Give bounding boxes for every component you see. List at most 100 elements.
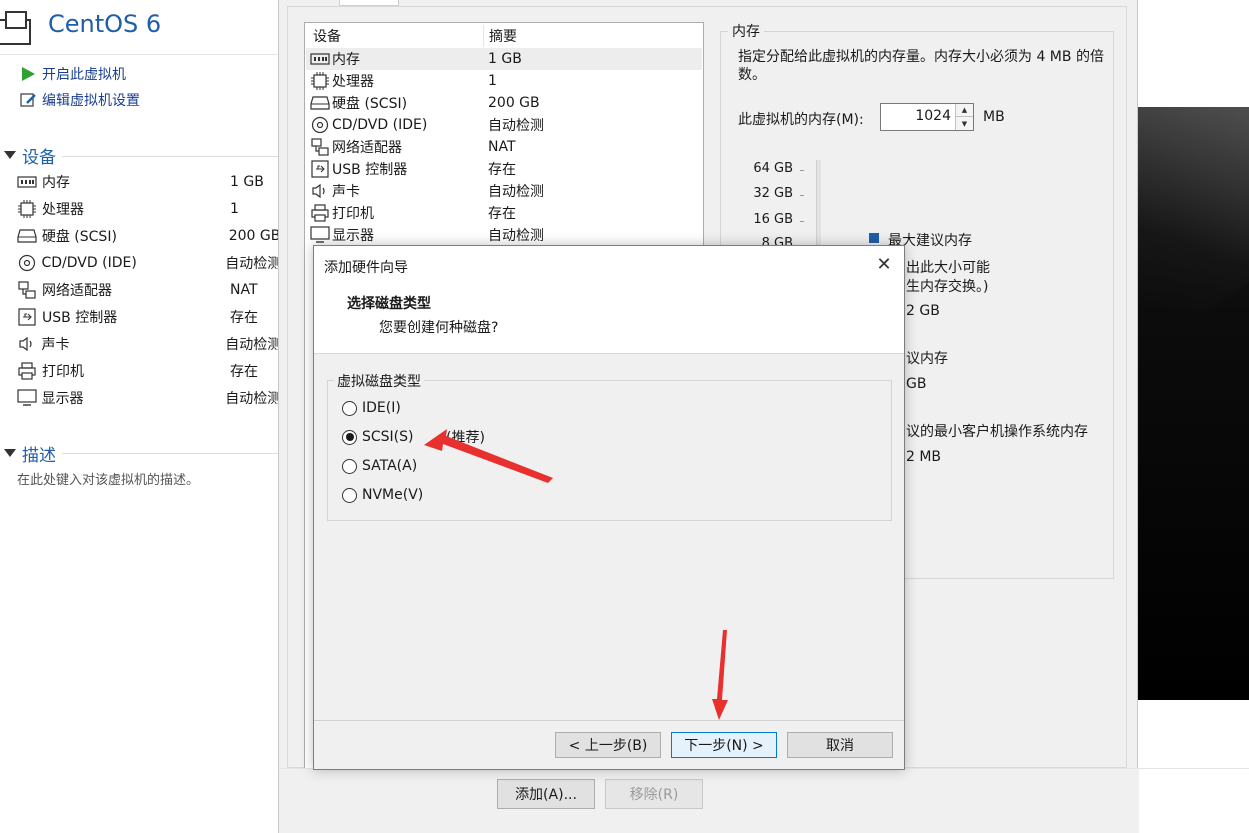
add-hardware-wizard-dialog: 添加硬件向导 ✕ 选择磁盘类型 您要创建何种磁盘? 虚拟磁盘类型 IDE(I) … xyxy=(313,245,905,770)
hardware-row-cd-dvd[interactable]: CD/DVD (IDE) 自动检测 xyxy=(306,114,702,136)
remove-hardware-button[interactable]: 移除(R) xyxy=(605,779,703,809)
radio-sata[interactable]: SATA(A) xyxy=(342,455,417,477)
device-value: 200 GB xyxy=(228,228,280,244)
spin-down-icon[interactable]: ▼ xyxy=(956,117,973,130)
wizard-title: 添加硬件向导 xyxy=(324,260,408,276)
device-value: 自动检测 xyxy=(225,391,280,407)
divider xyxy=(0,54,280,55)
device-name: CD/DVD (IDE) xyxy=(41,255,137,271)
cd-dvd-icon xyxy=(16,254,38,272)
memory-slider-track[interactable] xyxy=(816,160,821,250)
memory-note: 2 MB xyxy=(906,449,942,465)
device-row-memory[interactable]: 内存 1 GB xyxy=(16,169,280,195)
radio-nvme[interactable]: NVMe(V) xyxy=(342,484,423,506)
device-row-network-adapter[interactable]: 网络适配器 NAT xyxy=(16,277,280,303)
add-hardware-button[interactable]: 添加(A)... xyxy=(497,779,595,809)
hardware-summary: NAT xyxy=(488,139,516,155)
hardware-name: 内存 xyxy=(332,52,360,68)
device-value: 1 GB xyxy=(230,174,264,190)
wizard-subheading: 您要创建何种磁盘? xyxy=(379,320,499,336)
column-header-summary[interactable]: 摘要 xyxy=(489,25,517,47)
divider xyxy=(1138,768,1249,769)
vm-icon xyxy=(0,6,34,46)
radio-label: IDE(I) xyxy=(362,400,401,416)
memory-scale-label: 8 GB xyxy=(761,236,793,245)
radio-scsi[interactable]: SCSI(S) xyxy=(342,426,414,448)
max-recommended-marker-icon xyxy=(869,233,879,243)
hardware-name: 声卡 xyxy=(332,184,360,200)
hardware-summary: 存在 xyxy=(488,162,516,178)
device-row-usb-controller[interactable]: USB 控制器 存在 xyxy=(16,304,280,330)
hardware-row-network-adapter[interactable]: 网络适配器 NAT xyxy=(306,136,702,158)
description-section-header[interactable]: 描述 xyxy=(4,441,56,466)
column-separator[interactable] xyxy=(483,25,484,47)
hardware-row-hard-disk[interactable]: 硬盘 (SCSI) 200 GB xyxy=(306,92,702,114)
play-icon xyxy=(18,65,38,83)
scale-tick xyxy=(800,195,804,196)
description-placeholder[interactable]: 在此处键入对该虚拟机的描述。 xyxy=(17,469,199,488)
hard-disk-icon xyxy=(16,227,38,245)
memory-size-spinbox[interactable]: 1024 ▲ ▼ xyxy=(880,103,974,131)
edit-vm-settings-link[interactable]: 编辑虚拟机设置 xyxy=(18,89,140,111)
cancel-button[interactable]: 取消 xyxy=(787,732,893,758)
network-adapter-icon xyxy=(16,281,38,299)
scale-tick xyxy=(800,221,804,222)
device-name: 声卡 xyxy=(41,337,70,353)
device-value: 1 xyxy=(230,201,239,217)
devices-section-header[interactable]: 设备 xyxy=(4,143,56,168)
memory-size-value[interactable]: 1024 xyxy=(915,108,951,124)
hardware-name: 处理器 xyxy=(332,74,374,90)
hardware-summary: 自动检测 xyxy=(488,228,544,244)
memory-unit: MB xyxy=(983,109,1005,125)
hardware-row-sound-card[interactable]: 声卡 自动检测 xyxy=(306,180,702,202)
next-button[interactable]: 下一步(N) > xyxy=(671,732,777,758)
hardware-name: 显示器 xyxy=(332,228,374,244)
hardware-row-memory[interactable]: 内存 1 GB xyxy=(306,48,702,70)
collapse-triangle-icon xyxy=(4,449,16,457)
device-row-hard-disk[interactable]: 硬盘 (SCSI) 200 GB xyxy=(16,223,280,249)
wizard-heading: 选择磁盘类型 xyxy=(347,296,431,312)
settings-bottom-bar xyxy=(279,768,1139,833)
hardware-summary: 200 GB xyxy=(488,95,540,111)
device-name: 处理器 xyxy=(42,202,84,218)
device-name: 硬盘 (SCSI) xyxy=(41,229,117,245)
edit-settings-icon xyxy=(18,91,38,109)
device-row-printer[interactable]: 打印机 存在 xyxy=(16,358,280,384)
close-icon[interactable]: ✕ xyxy=(874,254,894,275)
spin-up-icon[interactable]: ▲ xyxy=(956,104,973,117)
section-divider xyxy=(62,453,280,454)
collapse-triangle-icon xyxy=(4,151,16,159)
memory-scale-label: 32 GB xyxy=(753,186,793,201)
hardware-row-usb-controller[interactable]: USB 控制器 存在 xyxy=(306,158,702,180)
device-row-cd-dvd[interactable]: CD/DVD (IDE) 自动检测 xyxy=(16,250,280,276)
memory-spin-buttons: ▲ ▼ xyxy=(955,104,973,130)
power-on-vm-link[interactable]: 开启此虚拟机 xyxy=(18,63,126,85)
memory-scale-label: 16 GB xyxy=(753,212,793,227)
column-header-device[interactable]: 设备 xyxy=(313,25,341,47)
device-value: NAT xyxy=(230,282,258,298)
hardware-row-display[interactable]: 显示器 自动检测 xyxy=(306,224,702,246)
vm-summary-panel: CentOS 6 开启此虚拟机 编辑虚拟机设置 设备 内存 1 GB 处理器 1… xyxy=(0,0,280,833)
memory-note: 议内存 xyxy=(906,351,948,367)
memory-note: 生内存交换。) xyxy=(906,279,989,295)
hard-disk-icon xyxy=(309,94,331,112)
usb-icon xyxy=(16,308,38,326)
radio-ide[interactable]: IDE(I) xyxy=(342,397,401,419)
hardware-name: 硬盘 (SCSI) xyxy=(332,96,408,112)
device-name: 内存 xyxy=(42,175,70,191)
display-icon xyxy=(16,389,38,407)
device-name: 网络适配器 xyxy=(42,283,112,299)
hardware-row-processor[interactable]: 处理器 1 xyxy=(306,70,702,92)
hardware-summary: 存在 xyxy=(488,206,516,222)
hardware-row-printer[interactable]: 打印机 存在 xyxy=(306,202,702,224)
device-value: 自动检测 xyxy=(225,337,280,353)
display-icon xyxy=(309,226,331,244)
device-row-sound-card[interactable]: 声卡 自动检测 xyxy=(16,331,280,357)
device-row-display[interactable]: 显示器 自动检测 xyxy=(16,385,280,411)
device-row-processor[interactable]: 处理器 1 xyxy=(16,196,280,222)
hardware-name: USB 控制器 xyxy=(332,162,408,178)
device-name: USB 控制器 xyxy=(42,310,118,326)
sound-icon xyxy=(309,182,331,200)
memory-icon xyxy=(309,50,331,68)
back-button[interactable]: < 上一步(B) xyxy=(555,732,661,758)
